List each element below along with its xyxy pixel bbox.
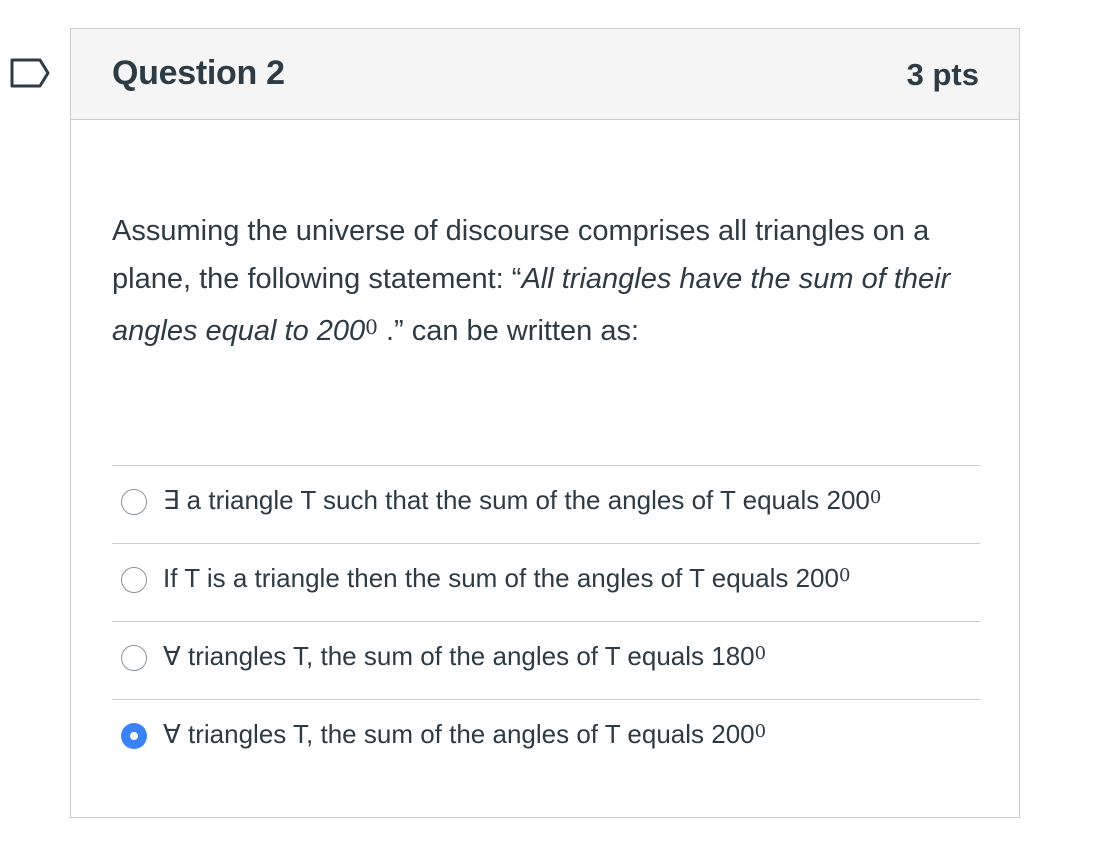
question-text: Assuming the universe of discourse compr… (112, 207, 992, 355)
degree-mark: 0 (754, 643, 767, 664)
flag-question-icon[interactable] (10, 58, 50, 88)
radio-button[interactable] (121, 489, 147, 515)
answer-option-1[interactable]: ∃ a triangle T such that the sum of the … (112, 465, 980, 543)
radio-button[interactable] (121, 567, 147, 593)
forall-symbol: ∀ (163, 720, 181, 750)
answer-label[interactable]: If T is a triangle then the sum of the a… (163, 563, 850, 594)
answer-list: ∃ a triangle T such that the sum of the … (112, 465, 980, 777)
question-title: Question 2 (112, 54, 285, 92)
degree-mark: 0 (754, 721, 767, 742)
answer-text: a triangle T such that the sum of the an… (179, 485, 870, 515)
question-text-part2: .” can be written as: (377, 315, 640, 347)
radio-button[interactable] (121, 645, 147, 671)
question-text-degree: 0 (365, 315, 378, 339)
forall-symbol: ∀ (163, 642, 181, 672)
answer-label[interactable]: ∃ a triangle T such that the sum of the … (163, 485, 881, 516)
answer-option-2[interactable]: If T is a triangle then the sum of the a… (112, 543, 980, 621)
answer-text: If T is a triangle then the sum of the a… (163, 563, 839, 593)
answer-text: triangles T, the sum of the angles of T … (180, 719, 755, 749)
answer-text: triangles T, the sum of the angles of T … (180, 641, 755, 671)
question-points: 3 pts (906, 57, 979, 92)
answer-label[interactable]: ∀ triangles T, the sum of the angles of … (163, 719, 766, 750)
radio-button-selected[interactable] (121, 723, 147, 749)
degree-mark: 0 (838, 565, 851, 586)
answer-option-3[interactable]: ∀ triangles T, the sum of the angles of … (112, 621, 980, 699)
question-card: Question 2 3 pts Assuming the universe o… (70, 28, 1020, 818)
answer-option-4[interactable]: ∀ triangles T, the sum of the angles of … (112, 699, 980, 777)
degree-mark: 0 (869, 487, 882, 508)
answer-label[interactable]: ∀ triangles T, the sum of the angles of … (163, 641, 766, 672)
exists-symbol: ∃ (163, 486, 180, 516)
question-header: Question 2 3 pts (71, 29, 1019, 120)
